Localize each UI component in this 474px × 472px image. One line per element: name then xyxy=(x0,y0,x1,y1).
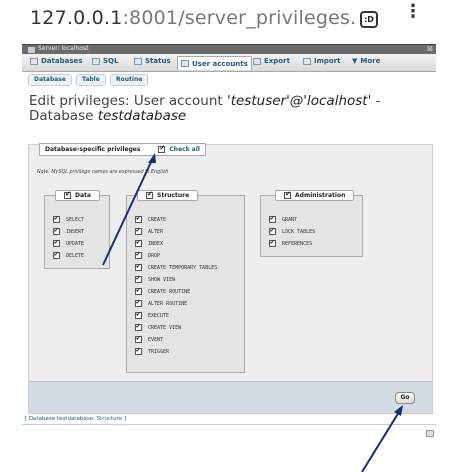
menu-databases[interactable]: Databases xyxy=(30,57,82,65)
privilege-insert[interactable]: INSERT xyxy=(53,226,84,235)
privilege-subtabs: Database Table Routine xyxy=(22,72,436,88)
subtab-routine[interactable]: Routine xyxy=(110,74,149,86)
structure-group-header: Structure xyxy=(137,190,199,201)
privilege-create-routine[interactable]: CREATE ROUTINE xyxy=(135,286,190,295)
users-icon xyxy=(181,60,189,67)
privilege-alter[interactable]: ALTER xyxy=(135,226,163,235)
status-icon xyxy=(134,57,142,65)
data-group-checkbox[interactable] xyxy=(64,190,71,199)
database-structure-link[interactable]: [ Database testdatabase: Structure ] xyxy=(25,416,126,422)
menu-sql[interactable]: SQL xyxy=(92,57,118,65)
browser-address-bar[interactable]: 127.0.0.1:8001/server_privileges. :D ⋮ xyxy=(0,0,474,42)
privilege-trigger[interactable]: TRIGGER xyxy=(135,346,169,355)
chevron-down-icon: ▼ xyxy=(352,57,358,65)
privilege-show-view[interactable]: SHOW VIEW xyxy=(135,274,175,283)
privilege-checkbox[interactable] xyxy=(135,298,142,307)
menu-status[interactable]: Status xyxy=(134,57,171,65)
privilege-checkbox[interactable] xyxy=(135,346,142,355)
legend-label: Database-specific privileges xyxy=(45,146,141,153)
overflow-menu-icon[interactable]: ⋮ xyxy=(404,3,422,21)
subtab-table[interactable]: Table xyxy=(76,74,106,86)
privilege-execute[interactable]: EXECUTE xyxy=(135,310,169,319)
form-footer xyxy=(29,381,432,413)
console-icon[interactable] xyxy=(426,430,434,437)
server-breadcrumb-bar: Server: localhost ⊠ xyxy=(22,44,436,54)
privilege-checkbox[interactable] xyxy=(53,238,60,247)
subtab-database[interactable]: Database xyxy=(28,74,72,86)
menu-more[interactable]: ▼ More xyxy=(352,57,380,65)
privilege-create-temporary-tables[interactable]: CREATE TEMPORARY TABLES xyxy=(135,262,217,271)
server-icon xyxy=(28,47,35,53)
structure-group-checkbox[interactable] xyxy=(146,190,153,199)
main-menu: Databases SQL Status User accounts Expor… xyxy=(22,54,436,72)
privilege-checkbox[interactable] xyxy=(135,250,142,259)
export-icon xyxy=(253,57,261,65)
privilege-checkbox[interactable] xyxy=(135,238,142,247)
privilege-checkbox[interactable] xyxy=(53,226,60,235)
data-privileges-group: Data SELECT INSERT UPDATE DELETE xyxy=(44,190,110,269)
page-title: Edit privileges: User account 'testuser'… xyxy=(29,93,381,124)
privilege-checkbox[interactable] xyxy=(135,286,142,295)
sql-icon xyxy=(92,57,100,65)
privilege-delete[interactable]: DELETE xyxy=(53,250,84,259)
privilege-alter-routine[interactable]: ALTER ROUTINE xyxy=(135,298,187,307)
privilege-checkbox[interactable] xyxy=(269,238,276,247)
tab-switcher-icon[interactable]: :D xyxy=(360,11,378,28)
database-icon xyxy=(30,57,38,65)
privilege-checkbox[interactable] xyxy=(135,262,142,271)
url-text[interactable]: 127.0.0.1:8001/server_privileges. xyxy=(30,7,356,29)
privilege-checkbox[interactable] xyxy=(135,310,142,319)
privilege-select[interactable]: SELECT xyxy=(53,214,84,223)
privilege-index[interactable]: INDEX xyxy=(135,238,163,247)
privilege-create[interactable]: CREATE xyxy=(135,214,166,223)
privilege-checkbox[interactable] xyxy=(135,214,142,223)
privilege-references[interactable]: REFERENCES xyxy=(269,238,312,247)
server-label[interactable]: Server: localhost xyxy=(38,45,88,52)
privilege-checkbox[interactable] xyxy=(135,322,142,331)
privilege-checkbox[interactable] xyxy=(135,226,142,235)
privilege-drop[interactable]: DROP xyxy=(135,250,160,259)
menu-import[interactable]: Import xyxy=(303,57,341,65)
check-all-checkbox[interactable] xyxy=(158,144,166,153)
check-all-label[interactable]: Check all xyxy=(169,146,200,153)
administration-group-checkbox[interactable] xyxy=(284,190,291,199)
menu-user-accounts[interactable]: User accounts xyxy=(177,56,252,70)
privilege-checkbox[interactable] xyxy=(269,214,276,223)
menu-export[interactable]: Export xyxy=(253,57,290,65)
privilege-checkbox[interactable] xyxy=(269,226,276,235)
console-pane xyxy=(22,424,436,472)
structure-privileges-group: Structure CREATE ALTER INDEX DROP CREATE… xyxy=(126,190,245,373)
privilege-event[interactable]: EVENT xyxy=(135,334,163,343)
privilege-checkbox[interactable] xyxy=(53,250,60,259)
privilege-checkbox[interactable] xyxy=(53,214,60,223)
import-icon xyxy=(303,57,311,65)
data-group-header: Data xyxy=(55,190,100,201)
go-button[interactable]: Go xyxy=(395,392,415,404)
fieldset-legend: Database-specific privileges Check all xyxy=(39,143,206,156)
privilege-grant[interactable]: GRANT xyxy=(269,214,297,223)
administration-group-header: Administration xyxy=(275,190,355,201)
collapse-icon[interactable]: ⊠ xyxy=(427,45,433,53)
administration-privileges-group: Administration GRANT LOCK TABLES REFEREN… xyxy=(260,190,363,257)
privileges-fieldset: Database-specific privileges Check all N… xyxy=(28,143,433,414)
privilege-create-view[interactable]: CREATE VIEW xyxy=(135,322,181,331)
privilege-checkbox[interactable] xyxy=(135,274,142,283)
privilege-update[interactable]: UPDATE xyxy=(53,238,84,247)
privilege-checkbox[interactable] xyxy=(135,334,142,343)
privilege-note: Note: MySQL privilege names are expresse… xyxy=(37,170,169,175)
privilege-lock-tables[interactable]: LOCK TABLES xyxy=(269,226,315,235)
